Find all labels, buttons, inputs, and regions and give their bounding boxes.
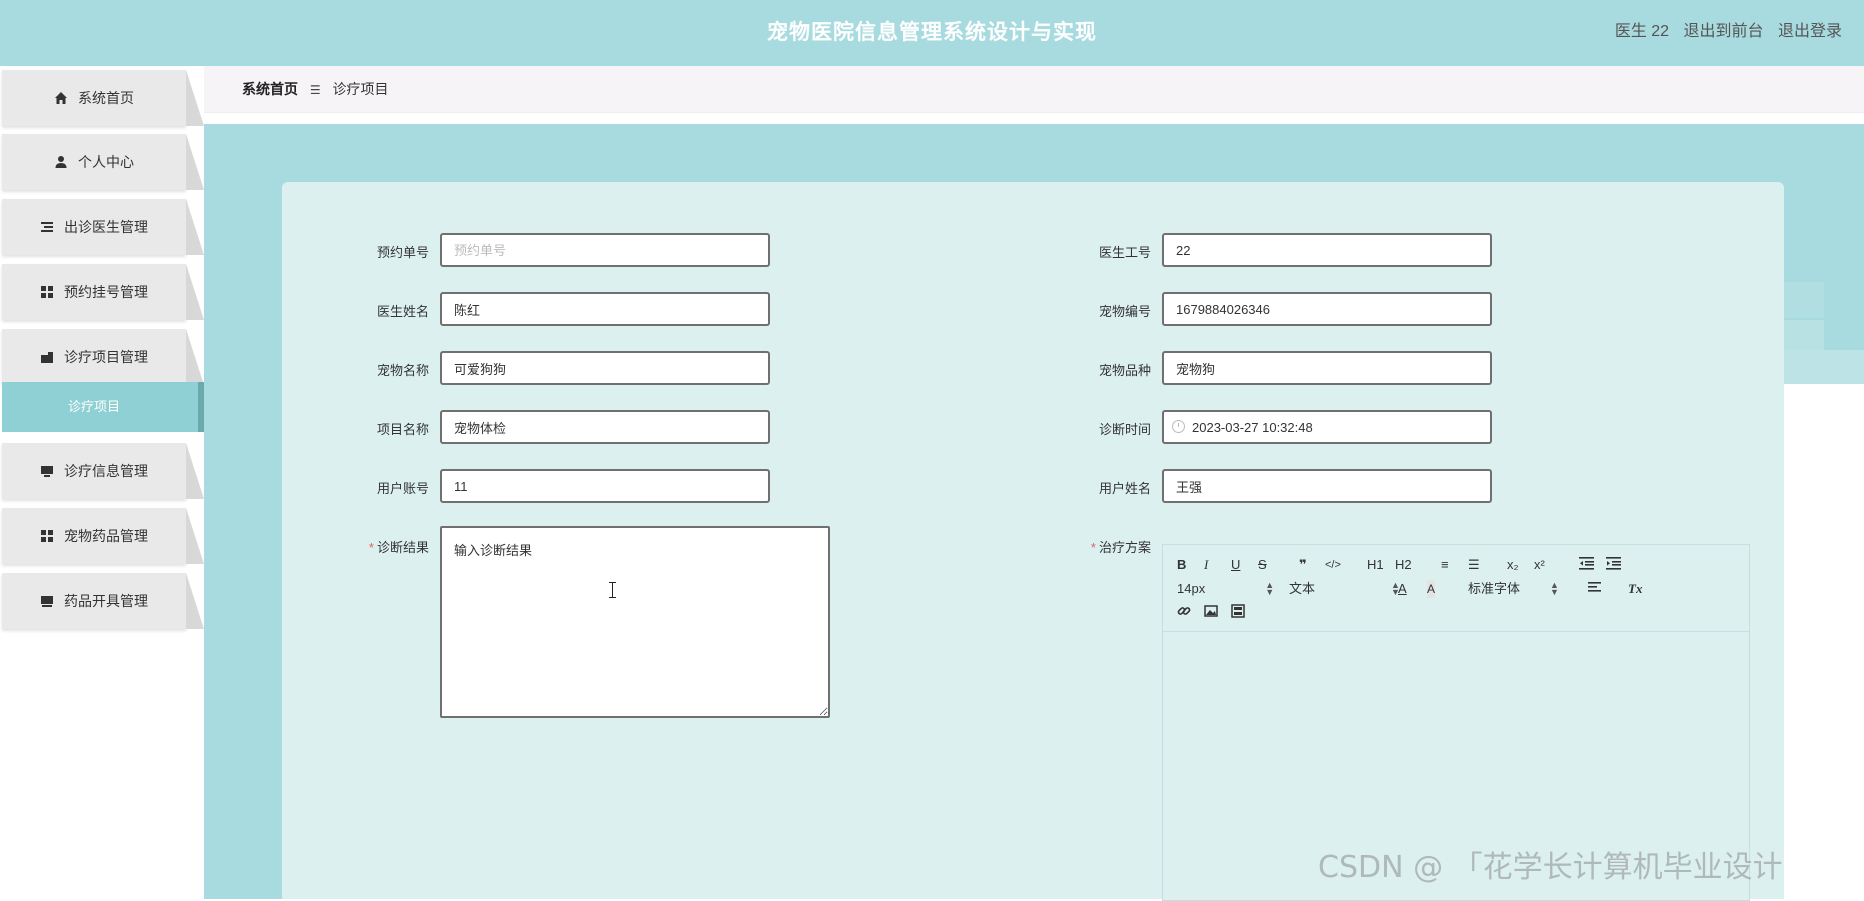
diagnosis-time-picker[interactable] bbox=[1162, 410, 1492, 444]
item-name-input[interactable] bbox=[440, 410, 770, 444]
strikethrough-button[interactable]: S bbox=[1258, 556, 1267, 574]
align-icon[interactable] bbox=[1588, 580, 1602, 598]
editor-toolbar: B I U S ❞ </> H1 H2 ≡ ☰ x₂ x² 14px ▲ ▼ 文本 ▲… bbox=[1163, 545, 1749, 632]
sidebar-item-treatment-item-management[interactable]: 诊疗项目管理 bbox=[2, 329, 204, 385]
sidebar-item-label: 预约挂号管理 bbox=[64, 284, 148, 300]
monitor-icon bbox=[40, 464, 54, 478]
sidebar-item-treatment-info-management[interactable]: 诊疗信息管理 bbox=[2, 443, 204, 499]
grid-icon bbox=[40, 529, 54, 543]
back-to-front-link[interactable]: 退出到前台 bbox=[1684, 23, 1764, 40]
grid-icon bbox=[40, 285, 54, 299]
bullet-list-button[interactable]: ☰ bbox=[1468, 556, 1480, 574]
doctor-name-label: 医生姓名 bbox=[376, 304, 429, 319]
clock-icon bbox=[1172, 420, 1185, 433]
diagnosis-time-input[interactable] bbox=[1162, 410, 1492, 444]
user-name-input[interactable] bbox=[1162, 469, 1492, 503]
background-color-icon[interactable]: A bbox=[1427, 580, 1436, 598]
pet-no-input[interactable] bbox=[1162, 292, 1492, 326]
sidebar-item-label: 宠物药品管理 bbox=[64, 528, 148, 544]
breadcrumb-current: 诊疗项目 bbox=[332, 81, 389, 97]
breadcrumb-bar: 系统首页 ☰ 诊疗项目 bbox=[204, 66, 1864, 113]
header-user-area: 医生 22 退出到前台 退出登录 bbox=[1605, 0, 1842, 66]
doctor-name-input[interactable] bbox=[440, 292, 770, 326]
code-block-button[interactable]: </> bbox=[1325, 556, 1341, 574]
user-account-label: 用户账号 bbox=[376, 481, 429, 496]
home-icon bbox=[54, 91, 68, 105]
breadcrumb-home[interactable]: 系统首页 bbox=[242, 81, 298, 97]
sidebar-item-doctor-management[interactable]: 出诊医生管理 bbox=[2, 199, 204, 255]
sidebar-item-label: 个人中心 bbox=[78, 154, 134, 170]
superscript-button[interactable]: x² bbox=[1534, 556, 1545, 574]
user-account-input[interactable] bbox=[440, 469, 770, 503]
list-icon bbox=[40, 220, 54, 234]
appointment-no-input[interactable] bbox=[440, 233, 770, 267]
sidebar-item-label: 出诊医生管理 bbox=[64, 219, 148, 235]
font-color-icon[interactable]: A bbox=[1398, 580, 1407, 598]
pet-no-label: 宠物编号 bbox=[1098, 304, 1151, 319]
diagnosis-result-label: * 诊断结果 bbox=[368, 540, 429, 555]
subscript-button[interactable]: x₂ bbox=[1507, 556, 1519, 574]
outdent-icon[interactable] bbox=[1579, 556, 1595, 574]
app-title: 宠物医院信息管理系统设计与实现 bbox=[767, 21, 1097, 44]
doctor-id-input[interactable] bbox=[1162, 233, 1492, 267]
user-icon bbox=[54, 155, 68, 169]
doctor-id-label: 医生工号 bbox=[1098, 245, 1151, 260]
sidebar-item-registration-management[interactable]: 预约挂号管理 bbox=[2, 264, 204, 320]
diagnosis-time-label: 诊断时间 bbox=[1098, 422, 1151, 437]
decoration bbox=[1784, 282, 1824, 318]
top-header: 宠物医院信息管理系统设计与实现 医生 22 退出到前台 退出登录 bbox=[0, 0, 1864, 66]
logout-link[interactable]: 退出登录 bbox=[1778, 23, 1842, 40]
sidebar-item-personal-center[interactable]: 个人中心 bbox=[2, 134, 204, 190]
appointment-no-label: 预约单号 bbox=[376, 245, 429, 260]
sidebar-item-label: 系统首页 bbox=[78, 90, 134, 106]
clear-format-icon[interactable]: Tx bbox=[1628, 580, 1642, 598]
indent-icon[interactable] bbox=[1606, 556, 1622, 574]
sidebar-item-pet-medicine-management[interactable]: 宠物药品管理 bbox=[2, 508, 204, 564]
sidebar-item-label: 诊疗项目管理 bbox=[64, 349, 148, 365]
link-icon[interactable] bbox=[1177, 604, 1191, 622]
underline-button[interactable]: U bbox=[1231, 556, 1240, 574]
item-name-label: 项目名称 bbox=[376, 422, 429, 437]
briefcase-icon bbox=[40, 350, 54, 364]
watermark: CSDN @ 「花学长计算机毕业设计 bbox=[1318, 850, 1783, 885]
pet-name-label: 宠物名称 bbox=[376, 363, 429, 378]
sidebar-subitem-treatment-item[interactable]: 诊疗项目 bbox=[2, 382, 204, 432]
decoration bbox=[1784, 320, 1824, 354]
bold-button[interactable]: B bbox=[1177, 556, 1186, 574]
video-icon[interactable] bbox=[1231, 604, 1245, 622]
sidebar-item-prescription-management[interactable]: 药品开具管理 bbox=[2, 573, 204, 629]
breadcrumb-separator-icon: ☰ bbox=[309, 83, 321, 97]
paragraph-select[interactable]: 文本 ▲ ▼ bbox=[1289, 580, 1400, 598]
user-name-label: 用户姓名 bbox=[1098, 481, 1151, 496]
breadcrumb: 系统首页 ☰ 诊疗项目 bbox=[242, 66, 389, 113]
header1-button[interactable]: H1 bbox=[1367, 556, 1384, 574]
decoration bbox=[1784, 384, 1864, 899]
blockquote-button[interactable]: ❞ bbox=[1299, 556, 1307, 574]
sidebar-item-label: 诊疗信息管理 bbox=[64, 463, 148, 479]
font-size-select[interactable]: 14px ▲ ▼ bbox=[1177, 580, 1274, 598]
italic-button[interactable]: I bbox=[1204, 556, 1208, 574]
pet-breed-input[interactable] bbox=[1162, 351, 1492, 385]
diagnosis-result-textarea[interactable]: 输入诊断结果 bbox=[440, 526, 830, 718]
sidebar: 系统首页 个人中心 出诊医生管理 预约挂号管理 诊疗项目管理 诊疗项目 诊疗信息… bbox=[0, 66, 204, 899]
pet-breed-label: 宠物品种 bbox=[1098, 363, 1151, 378]
treatment-plan-label: * 治疗方案 bbox=[1090, 540, 1151, 555]
ordered-list-button[interactable]: ≡ bbox=[1441, 556, 1449, 574]
header2-button[interactable]: H2 bbox=[1395, 556, 1412, 574]
pet-name-input[interactable] bbox=[440, 351, 770, 385]
sidebar-item-home[interactable]: 系统首页 bbox=[2, 70, 204, 126]
font-family-select[interactable]: 标准字体 ▲ ▼ bbox=[1468, 580, 1559, 598]
current-user: 医生 22 bbox=[1614, 23, 1670, 40]
text-cursor-icon bbox=[609, 582, 616, 600]
image-icon[interactable] bbox=[1204, 604, 1218, 622]
sidebar-item-label: 药品开具管理 bbox=[64, 593, 148, 609]
monitor-icon bbox=[40, 594, 54, 608]
